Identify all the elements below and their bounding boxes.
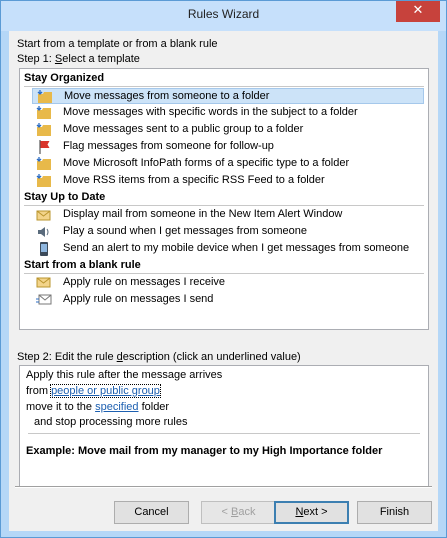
rules-wizard-window: Rules Wizard ✕ Start from a template or … [0, 0, 447, 538]
template-label: Send an alert to my mobile device when I… [63, 242, 410, 254]
template-label: Move messages sent to a public group to … [63, 123, 304, 135]
template-item[interactable]: Display mail from someone in the New Ite… [32, 207, 422, 223]
next-button[interactable]: Next > [274, 501, 349, 524]
folder-arrow-icon [36, 174, 51, 187]
example-text: Example: Move mail from my manager to my… [26, 445, 383, 457]
step1-label: Step 1: Select a template [17, 53, 140, 65]
dialog-body: Start from a template or from a blank ru… [9, 31, 438, 531]
group-divider [24, 273, 424, 274]
title-bar: Rules Wizard ✕ [1, 1, 446, 31]
outgoing-envelope-icon [36, 294, 52, 305]
intro-text: Start from a template or from a blank ru… [17, 38, 218, 50]
folder-arrow-icon [37, 90, 52, 103]
template-label: Play a sound when I get messages from so… [63, 225, 307, 237]
description-divider [28, 433, 420, 434]
folder-arrow-icon [36, 123, 51, 136]
window-title: Rules Wizard [187, 7, 260, 21]
description-line: and stop processing more rules [34, 416, 188, 428]
template-label: Move messages from someone to a folder [64, 90, 270, 102]
template-item[interactable]: Move Microsoft InfoPath forms of a speci… [32, 156, 422, 172]
description-line: move it to the specified folder [26, 401, 170, 413]
template-label: Apply rule on messages I receive [63, 276, 226, 288]
template-item[interactable]: Move messages with specific words in the… [32, 105, 422, 121]
template-item[interactable]: Move RSS items from a specific RSS Feed … [32, 173, 422, 189]
template-item[interactable]: Play a sound when I get messages from so… [32, 224, 422, 240]
group-header-blank-rule: Start from a blank rule [24, 259, 141, 271]
template-item[interactable]: Flag messages from someone for follow-up [32, 139, 422, 155]
flag-icon [39, 140, 50, 154]
template-label: Apply rule on messages I send [63, 293, 214, 305]
specified-folder-link[interactable]: specified [95, 401, 138, 413]
folder-arrow-icon [36, 157, 51, 170]
template-item[interactable]: Apply rule on messages I send [32, 292, 422, 308]
envelope-alert-icon [36, 210, 51, 221]
group-divider [24, 86, 424, 87]
close-button[interactable]: ✕ [396, 1, 440, 22]
step2-label: Step 2: Edit the rule description (click… [17, 351, 301, 363]
template-label: Move Microsoft InfoPath forms of a speci… [63, 157, 350, 169]
template-list[interactable]: Stay Organized Move messages from someon… [19, 68, 429, 330]
group-divider [24, 205, 424, 206]
group-header-stay-up-to-date: Stay Up to Date [24, 191, 106, 203]
speaker-icon [38, 227, 49, 237]
description-line: Apply this rule after the message arrive… [26, 369, 223, 381]
mobile-device-icon [40, 242, 48, 256]
folder-arrow-icon [36, 106, 51, 119]
cancel-button[interactable]: Cancel [114, 501, 189, 524]
group-header-stay-organized: Stay Organized [24, 72, 105, 84]
template-item[interactable]: Move messages from someone to a folder [32, 88, 424, 104]
template-item[interactable]: Apply rule on messages I receive [32, 275, 422, 291]
rule-description-box: Apply this rule after the message arrive… [19, 365, 429, 488]
button-separator [15, 486, 432, 488]
template-label: Flag messages from someone for follow-up [63, 140, 274, 152]
back-button[interactable]: < Back [201, 501, 276, 524]
description-line: from people or public group [26, 384, 161, 398]
template-label: Display mail from someone in the New Ite… [63, 208, 343, 220]
template-item[interactable]: Move messages sent to a public group to … [32, 122, 422, 138]
template-item[interactable]: Send an alert to my mobile device when I… [32, 241, 422, 257]
people-or-public-group-link[interactable]: people or public group [50, 384, 161, 398]
template-label: Move RSS items from a specific RSS Feed … [63, 174, 325, 186]
finish-button[interactable]: Finish [357, 501, 432, 524]
envelope-icon [36, 277, 51, 288]
template-label: Move messages with specific words in the… [63, 106, 358, 118]
